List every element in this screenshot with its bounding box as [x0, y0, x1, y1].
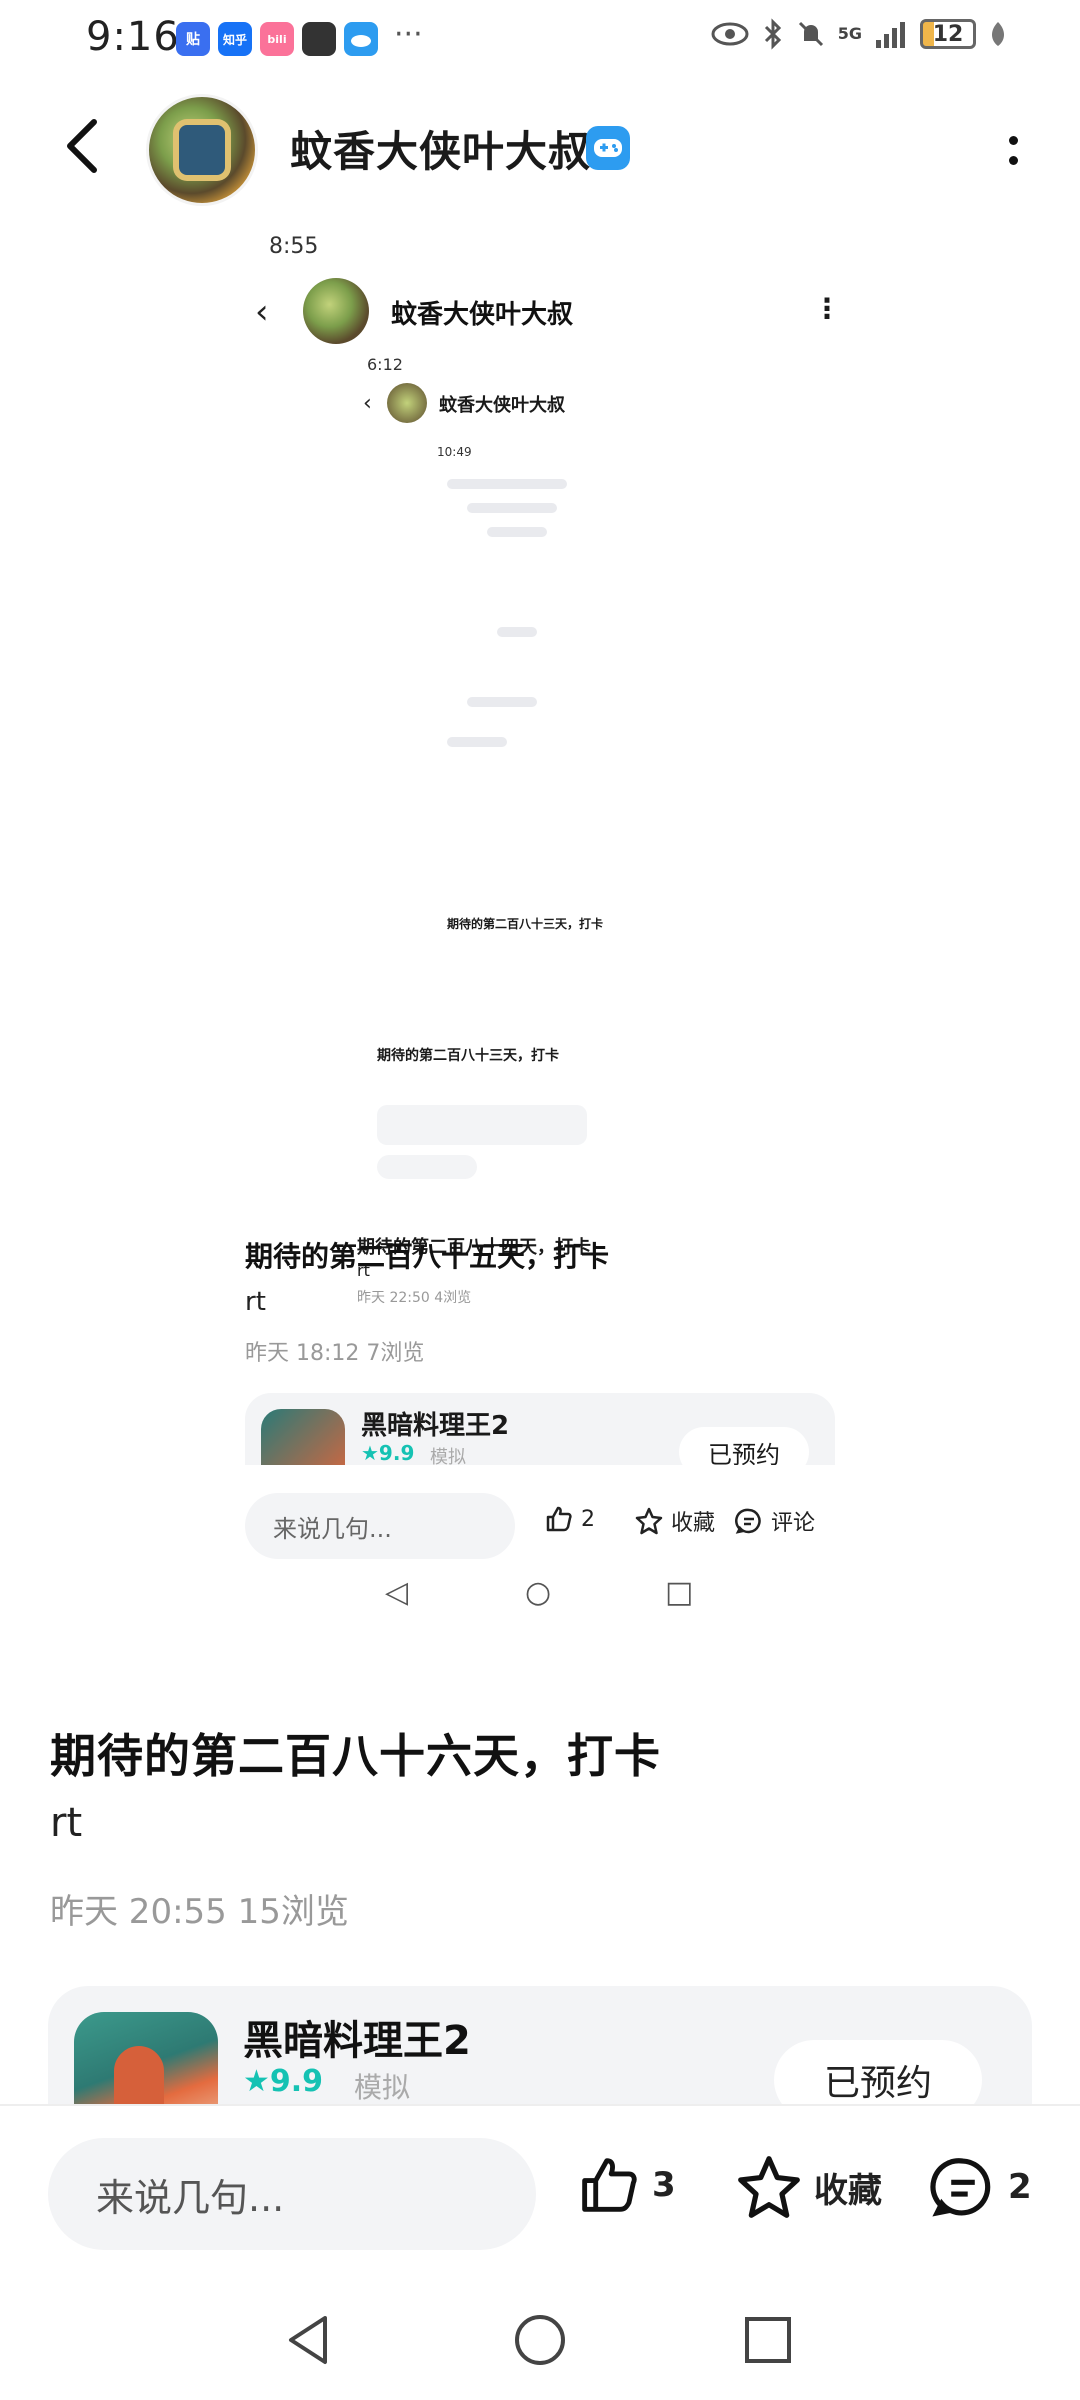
- game-rating: ★9.9: [243, 2064, 324, 2099]
- nav-home-button[interactable]: [510, 2310, 570, 2370]
- nested-avatar: [303, 278, 369, 344]
- top-header: 蚊香大侠叶大叔: [0, 90, 1080, 210]
- inner-game-card: [377, 1105, 587, 1145]
- comment-input[interactable]: 来说几句...: [48, 2138, 536, 2250]
- zhihu-app-icon: 知乎: [218, 22, 252, 56]
- nested-star-icon: [635, 1507, 663, 1535]
- nested-thumbs-up-icon: [546, 1506, 572, 1532]
- nested-like-count: 2: [581, 1506, 595, 1532]
- game-verified-icon: [586, 126, 630, 170]
- user-avatar[interactable]: [146, 94, 258, 206]
- nested-game-tag: 模拟: [430, 1447, 466, 1465]
- status-time: 9:16: [86, 14, 180, 60]
- comment-button[interactable]: 2: [930, 2154, 1032, 2220]
- nested-system-nav: ◁ ○ □: [245, 1575, 865, 1625]
- system-navigation-bar: [0, 2288, 1080, 2388]
- tieba-app-icon: 贴: [176, 22, 210, 56]
- back-button[interactable]: [52, 116, 112, 176]
- nested-nav-home-icon: ○: [525, 1575, 552, 1610]
- status-bar: 9:16 贴 知乎 bili ··· 5G 12: [0, 0, 1080, 80]
- nav-back-icon: [289, 2316, 327, 2364]
- post-meta: 昨天 20:55 15浏览: [50, 1892, 349, 1932]
- nested-more-icon: ⋮: [813, 292, 841, 325]
- nav-home-icon: [515, 2315, 565, 2365]
- status-notification-icons: 贴 知乎 bili ···: [176, 17, 423, 56]
- inner-title: 蚊香大侠叶大叔: [439, 395, 565, 416]
- comment-count: 2: [1008, 2167, 1032, 2207]
- inner-back-icon: ‹: [363, 391, 372, 416]
- back-arrow-icon: [67, 119, 97, 173]
- nested-game-rating: ★9.9: [361, 1441, 415, 1465]
- post-title: 期待的第二百八十六天，打卡: [50, 1729, 661, 1783]
- nav-recents-button[interactable]: [738, 2310, 798, 2370]
- nested-game-name: 黑暗料理王2: [361, 1411, 510, 1441]
- inner-deep-recursion: [447, 465, 647, 965]
- inner-avatar: [387, 383, 427, 423]
- nested-fav-label: 收藏: [671, 1511, 716, 1536]
- game-app-icon: [302, 22, 336, 56]
- nested-bottom-bar: 来说几句... 2 收藏 评论: [245, 1485, 865, 1559]
- weather-app-icon: [344, 22, 378, 56]
- bluetooth-icon: [764, 18, 781, 50]
- nested-header: ‹ 蚊香大侠叶大叔 ⋮: [245, 272, 865, 352]
- nested-comment-action: 评论: [735, 1505, 815, 1537]
- nav-recents-icon: [745, 2317, 791, 2363]
- game-card[interactable]: 黑暗料理王2 ★9.9 模拟 已预约: [48, 1986, 1032, 2104]
- nested-nav-back-icon: ◁: [385, 1575, 409, 1610]
- reserve-button[interactable]: 已预约: [774, 2040, 982, 2104]
- nested-comment-icon: [735, 1508, 761, 1534]
- post-image-screenshot[interactable]: 8:55 ‹ 蚊香大侠叶大叔 ⋮ 6:12 ‹ 蚊香大侠叶大叔 10:49 期待…: [245, 220, 865, 1640]
- nested-reserve-button: 已预约: [679, 1427, 809, 1465]
- more-notifications-icon: ···: [394, 17, 423, 52]
- network-type-label: 5G: [837, 24, 862, 43]
- inner-post-1-title: 期待的第二百八十三天，打卡: [447, 917, 604, 931]
- nested-nav-recent-icon: □: [665, 1575, 694, 1610]
- inner-post-1-title-b: 期待的第二百八十三天，打卡: [377, 1048, 559, 1064]
- inner-post-2-meta: 昨天 22:50 4浏览: [357, 1290, 472, 1306]
- game-icon: [74, 2012, 218, 2104]
- like-count: 3: [652, 2165, 676, 2205]
- nested-post-meta: 昨天 18:12 7浏览: [245, 1341, 425, 1366]
- nested-like-action: 2: [545, 1505, 595, 1533]
- nested-fav-action: 收藏: [635, 1505, 715, 1537]
- bottom-action-bar: 来说几句... 3 收藏 2: [0, 2104, 1080, 2264]
- nested-title: 蚊香大侠叶大叔: [391, 300, 574, 330]
- inner-time-2: 10:49: [437, 445, 472, 459]
- battery-icon: 12: [920, 19, 976, 49]
- mute-bell-icon: [798, 21, 823, 47]
- nested-post-body: rt: [245, 1287, 266, 1317]
- eye-icon: [711, 22, 749, 46]
- like-button[interactable]: 3: [578, 2154, 676, 2216]
- leaf-icon: [992, 22, 1004, 46]
- game-tag: 模拟: [354, 2071, 411, 2104]
- nested-post-title: 期待的第二百八十五天，打卡: [245, 1240, 610, 1273]
- inner-input: [377, 1155, 477, 1179]
- more-options-button[interactable]: [998, 130, 1028, 170]
- nested-game-icon: [261, 1409, 345, 1465]
- favorite-label: 收藏: [814, 2170, 882, 2211]
- nested-recursive-screenshot: 6:12 ‹ 蚊香大侠叶大叔 10:49 期待的第二百八十三天，打卡 期待的第二…: [357, 355, 743, 1345]
- favorite-button[interactable]: 收藏: [736, 2154, 882, 2220]
- post-body: rt: [50, 1800, 83, 1846]
- comment-icon: [930, 2158, 991, 2217]
- screenshot-frame: 8:55 ‹ 蚊香大侠叶大叔 ⋮ 6:12 ‹ 蚊香大侠叶大叔 10:49 期待…: [245, 220, 865, 1630]
- nested-comment-input: 来说几句...: [245, 1493, 515, 1559]
- username-title[interactable]: 蚊香大侠叶大叔: [290, 118, 591, 179]
- inner-time-1: 6:12: [367, 355, 403, 374]
- bilibili-app-icon: bili: [260, 22, 294, 56]
- nav-back-button[interactable]: [278, 2310, 338, 2370]
- nested-comment-label: 评论: [771, 1511, 816, 1536]
- game-name: 黑暗料理王2: [243, 2018, 471, 2064]
- signal-icon: [876, 22, 905, 48]
- nested-status-time: 8:55: [269, 234, 319, 259]
- nested-game-card: 黑暗料理王2 ★9.9 模拟 已预约: [245, 1393, 835, 1465]
- status-system-icons: 5G 12: [710, 18, 1008, 50]
- star-icon: [738, 2156, 800, 2218]
- thumbs-up-icon: [582, 2158, 637, 2212]
- nested-back-icon: ‹: [255, 292, 269, 332]
